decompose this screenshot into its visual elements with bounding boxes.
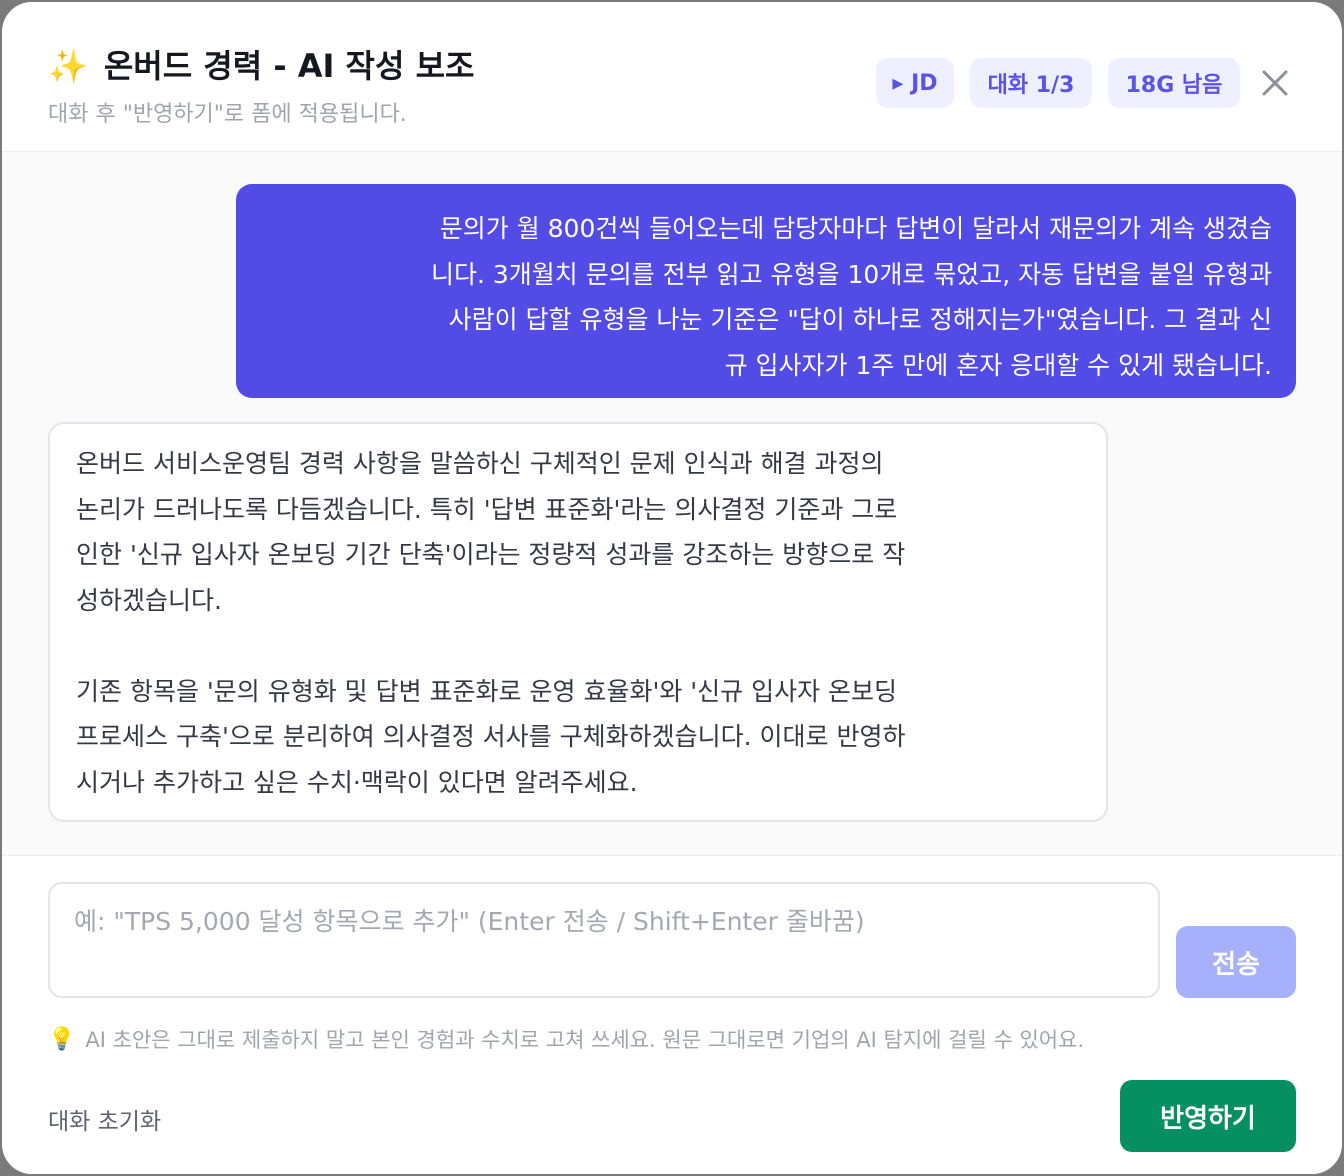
remaining-quota-badge: 18G 남음 (1108, 58, 1240, 108)
close-icon (1262, 70, 1288, 96)
modal-footer: 전송 💡 AI 초안은 그대로 제출하지 말고 본인 경험과 수치로 고쳐 쓰세… (2, 855, 1342, 1174)
modal-header: ✨ 온버드 경력 - AI 작성 보조 대화 후 "반영하기"로 폼에 적용됩니… (2, 2, 1342, 152)
modal-subtitle: 대화 후 "반영하기"로 폼에 적용됩니다. (48, 102, 407, 127)
jd-toggle-chip[interactable]: ▸ JD (876, 58, 954, 108)
chat-area[interactable]: 문의가 월 800건씩 들어오는데 담당자마다 답변이 달라서 재문의가 계속 … (2, 152, 1342, 855)
close-button[interactable] (1258, 66, 1292, 100)
sparkles-icon: ✨ (48, 47, 88, 85)
notice-text: AI 초안은 그대로 제출하지 말고 본인 경험과 수치로 고쳐 쓰세요. 원문… (85, 1028, 1085, 1052)
ai-notice: 💡 AI 초안은 그대로 제출하지 말고 본인 경험과 수치로 고쳐 쓰세요. … (48, 1024, 1084, 1054)
user-message-bubble: 문의가 월 800건씩 들어오는데 담당자마다 답변이 달라서 재문의가 계속 … (236, 184, 1296, 398)
turn-count-badge: 대화 1/3 (970, 58, 1092, 108)
lightbulb-icon: 💡 (48, 1026, 76, 1052)
message-input[interactable] (48, 882, 1160, 998)
reset-conversation-button[interactable]: 대화 초기화 (48, 1102, 161, 1136)
apply-button[interactable]: 반영하기 (1120, 1080, 1296, 1152)
send-button[interactable]: 전송 (1176, 926, 1296, 998)
title-row: ✨ 온버드 경력 - AI 작성 보조 (48, 46, 474, 86)
ai-writing-assistant-modal: ✨ 온버드 경력 - AI 작성 보조 대화 후 "반영하기"로 폼에 적용됩니… (2, 2, 1342, 1174)
ai-message-bubble: 온버드 서비스운영팀 경력 사항을 말씀하신 구체적인 문제 인식과 해결 과정… (48, 422, 1108, 822)
modal-title: 온버드 경력 - AI 작성 보조 (103, 47, 475, 85)
